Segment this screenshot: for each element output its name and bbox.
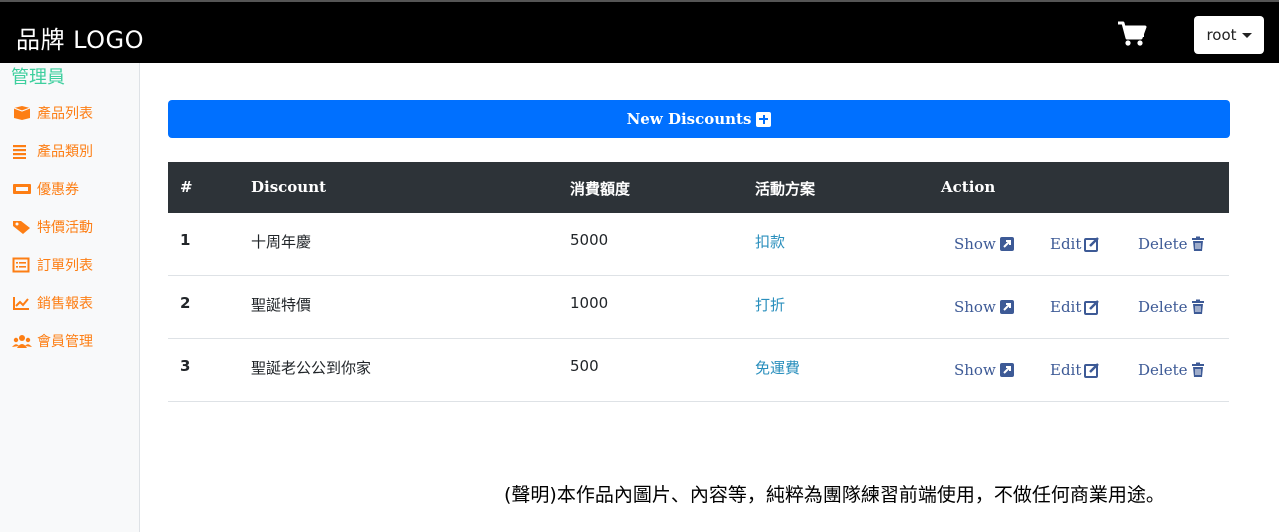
- sidebar: 管理員 產品列表 產品類別 優惠券 特價活動 訂單列表 銷售報表 會員管理: [0, 63, 140, 532]
- edit-icon: [1084, 237, 1100, 252]
- delete-label: Delete: [1138, 235, 1188, 253]
- box-icon: [13, 106, 31, 120]
- edit-label: Edit: [1050, 298, 1082, 316]
- table-header: # Discount 消費額度 活動方案 Action: [168, 162, 1229, 213]
- row-discount: 聖誕老公公到你家: [251, 359, 372, 377]
- sidebar-item-label: 訂單列表: [37, 258, 93, 274]
- external-link-icon: [999, 300, 1014, 314]
- row-amount: 500: [570, 357, 599, 375]
- edit-button[interactable]: Edit: [1050, 298, 1100, 316]
- sidebar-item-label: 銷售報表: [37, 296, 93, 312]
- sidebar-item-label: 會員管理: [37, 334, 93, 350]
- edit-button[interactable]: Edit: [1050, 361, 1100, 379]
- sidebar-title: 管理員: [11, 67, 65, 88]
- sidebar-item-coupons[interactable]: 優惠券: [12, 178, 79, 200]
- show-label: Show: [954, 298, 996, 316]
- delete-label: Delete: [1138, 298, 1188, 316]
- new-discounts-label: New Discounts: [626, 110, 752, 128]
- sidebar-item-label: 特價活動: [37, 220, 93, 236]
- delete-label: Delete: [1138, 361, 1188, 379]
- disclaimer-text: (聲明)本作品內圖片、內容等，純粹為團隊練習前端使用，不做任何商業用途。: [504, 484, 1165, 506]
- sidebar-item-orders[interactable]: 訂單列表: [12, 254, 93, 276]
- header-discount: Discount: [251, 178, 327, 196]
- row-number: 3: [180, 357, 191, 375]
- plus-square-icon: [756, 111, 772, 127]
- table-row: 3 聖誕老公公到你家 500 免運費 Show Edit Delete: [168, 339, 1229, 402]
- header-action: Action: [941, 178, 996, 196]
- row-plan: 扣款: [755, 233, 786, 251]
- edit-label: Edit: [1050, 361, 1082, 379]
- edit-label: Edit: [1050, 235, 1082, 253]
- list-icon: [13, 145, 26, 159]
- edit-button[interactable]: Edit: [1050, 235, 1100, 253]
- chart-line-icon: [13, 297, 29, 310]
- trash-icon: [1192, 299, 1205, 314]
- table-row: 1 十周年慶 5000 扣款 Show Edit Delete: [168, 213, 1229, 276]
- sidebar-item-label: 產品列表: [37, 106, 93, 122]
- edit-icon: [1084, 300, 1100, 315]
- sidebar-item-label: 優惠券: [37, 182, 79, 198]
- row-number: 1: [180, 231, 191, 249]
- row-discount: 十周年慶: [251, 233, 312, 251]
- sidebar-item-categories[interactable]: 產品類別: [12, 140, 93, 162]
- tags-icon: [13, 221, 30, 234]
- new-discounts-button[interactable]: New Discounts: [168, 100, 1230, 138]
- show-label: Show: [954, 235, 996, 253]
- sidebar-item-specials[interactable]: 特價活動: [12, 216, 93, 238]
- row-amount: 1000: [570, 294, 609, 312]
- delete-button[interactable]: Delete: [1138, 361, 1206, 379]
- user-name: root: [1206, 26, 1237, 44]
- header-number: #: [180, 178, 193, 196]
- users-icon: [12, 335, 32, 348]
- row-plan: 打折: [755, 296, 786, 314]
- trash-icon: [1192, 236, 1205, 251]
- show-button[interactable]: Show: [954, 298, 1015, 316]
- header-amount: 消費額度: [570, 180, 631, 198]
- top-navbar: 品牌 LOGO root: [0, 0, 1279, 63]
- row-discount: 聖誕特價: [251, 296, 312, 314]
- header-plan: 活動方案: [755, 180, 816, 198]
- external-link-icon: [999, 237, 1014, 251]
- delete-button[interactable]: Delete: [1138, 298, 1206, 316]
- row-number: 2: [180, 294, 191, 312]
- show-button[interactable]: Show: [954, 361, 1015, 379]
- row-amount: 5000: [570, 231, 609, 249]
- ticket-icon: [13, 184, 31, 194]
- row-plan: 免運費: [755, 359, 801, 377]
- edit-icon: [1084, 363, 1100, 378]
- external-link-icon: [999, 363, 1014, 377]
- shopping-cart-icon[interactable]: [1117, 21, 1147, 47]
- sidebar-item-reports[interactable]: 銷售報表: [12, 292, 93, 314]
- show-button[interactable]: Show: [954, 235, 1015, 253]
- show-label: Show: [954, 361, 996, 379]
- list-alt-icon: [12, 257, 30, 273]
- caret-down-icon: [1241, 32, 1252, 38]
- sidebar-item-label: 產品類別: [37, 144, 93, 160]
- trash-icon: [1192, 362, 1205, 377]
- user-dropdown-button[interactable]: root: [1194, 16, 1264, 54]
- delete-button[interactable]: Delete: [1138, 235, 1206, 253]
- sidebar-item-products[interactable]: 產品列表: [12, 102, 93, 124]
- sidebar-item-members[interactable]: 會員管理: [12, 330, 93, 352]
- table-row: 2 聖誕特價 1000 打折 Show Edit Delete: [168, 276, 1229, 339]
- discounts-table: # Discount 消費額度 活動方案 Action 1 十周年慶 5000 …: [168, 162, 1229, 402]
- brand-logo[interactable]: 品牌 LOGO: [16, 20, 144, 55]
